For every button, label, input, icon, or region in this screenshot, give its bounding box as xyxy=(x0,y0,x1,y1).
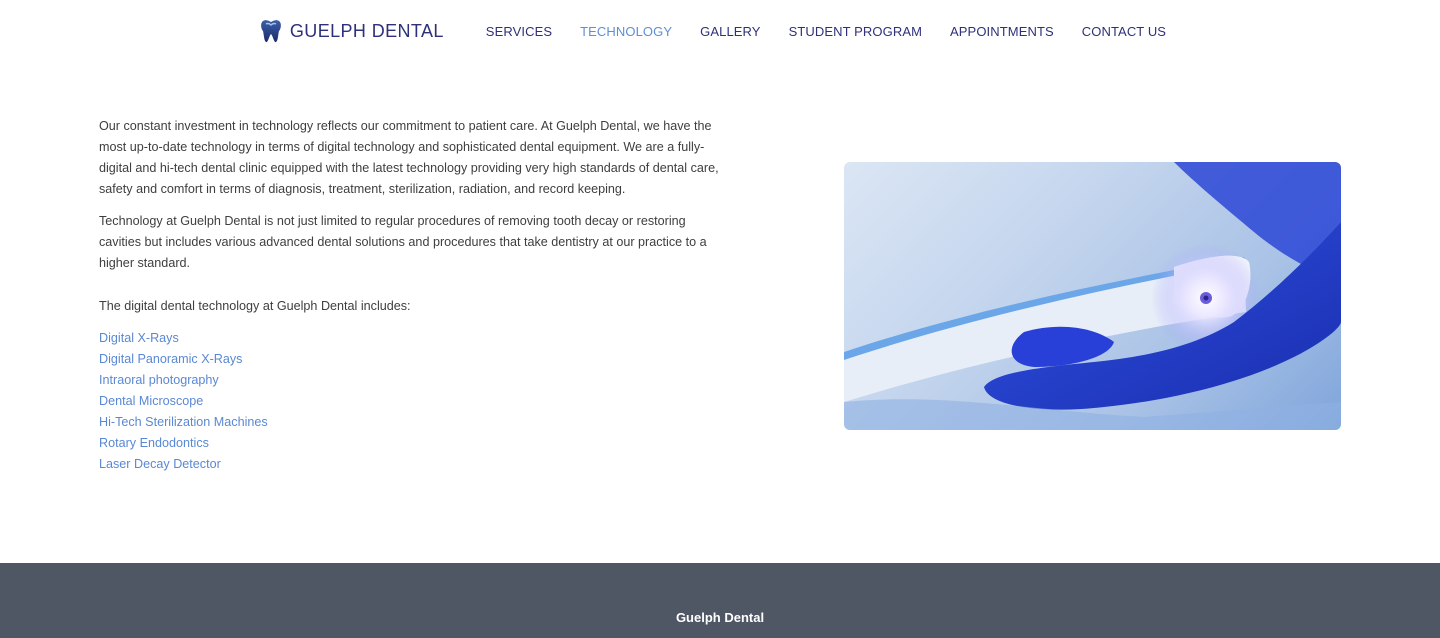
list-item: Dental Microscope xyxy=(99,391,719,412)
technology-text-section: Our constant investment in technology re… xyxy=(99,116,719,475)
nav-student-program[interactable]: STUDENT PROGRAM xyxy=(789,24,922,39)
list-item: Intraoral photography xyxy=(99,370,719,391)
tech-list-intro: The digital dental technology at Guelph … xyxy=(99,299,411,313)
nav-technology[interactable]: TECHNOLOGY xyxy=(580,24,672,39)
nav-appointments[interactable]: APPOINTMENTS xyxy=(950,24,1054,39)
brand-name: GUELPH DENTAL xyxy=(289,20,444,41)
main-nav: SERVICES TECHNOLOGY GALLERY STUDENT PROG… xyxy=(472,24,1180,39)
nav-gallery[interactable]: GALLERY xyxy=(700,24,760,39)
gloved-hand-illustration xyxy=(844,162,1341,430)
tooth-icon xyxy=(260,20,281,43)
tech-list: Digital X-Rays Digital Panoramic X-Rays … xyxy=(99,328,719,475)
list-item: Laser Decay Detector xyxy=(99,454,719,475)
tech-link-digital-x-rays[interactable]: Digital X-Rays xyxy=(99,328,719,349)
tech-link-laser-decay-detector[interactable]: Laser Decay Detector xyxy=(99,454,719,475)
site-header: GUELPH DENTAL SERVICES TECHNOLOGY GALLER… xyxy=(0,0,1440,62)
nav-services[interactable]: SERVICES xyxy=(486,24,552,39)
list-item: Digital X-Rays xyxy=(99,328,719,349)
list-item: Digital Panoramic X-Rays xyxy=(99,349,719,370)
footer-title: Guelph Dental xyxy=(675,610,765,625)
nav-contact-us[interactable]: CONTACT US xyxy=(1082,24,1166,39)
tech-link-sterilization-machines[interactable]: Hi-Tech Sterilization Machines xyxy=(99,412,719,433)
tech-link-rotary-endodontics[interactable]: Rotary Endodontics xyxy=(99,433,719,454)
dental-technology-photo xyxy=(844,162,1341,430)
second-paragraph: Technology at Guelph Dental is not just … xyxy=(99,214,707,270)
tech-link-dental-microscope[interactable]: Dental Microscope xyxy=(99,391,719,412)
brand-logo-link[interactable]: GUELPH DENTAL xyxy=(260,19,444,43)
tech-link-intraoral-photography[interactable]: Intraoral photography xyxy=(99,370,719,391)
tech-link-digital-panoramic-x-rays[interactable]: Digital Panoramic X-Rays xyxy=(99,349,719,370)
intro-paragraph: Our constant investment in technology re… xyxy=(99,119,719,196)
site-footer: Guelph Dental xyxy=(0,563,1440,638)
list-item: Rotary Endodontics xyxy=(99,433,719,454)
list-item: Hi-Tech Sterilization Machines xyxy=(99,412,719,433)
